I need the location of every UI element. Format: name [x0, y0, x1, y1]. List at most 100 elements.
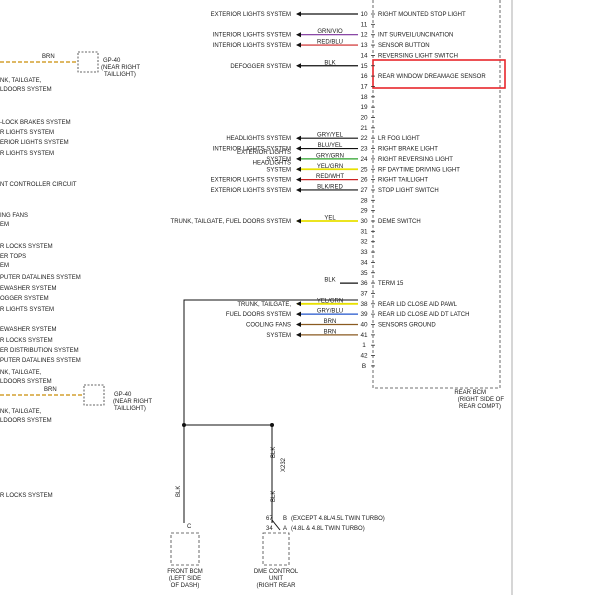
pin-number: 35 [360, 270, 368, 277]
connector-upper-id: GP-40 [103, 58, 121, 64]
pin-number: 10 [360, 11, 368, 18]
pin-row: 30 DEME SWITCH TRUNK, TAILGATE, FUEL DOORS… [171, 216, 421, 226]
left-label: PUTER DATALINES SYSTEM [0, 358, 81, 364]
rear-bcm-name: REAR BCM [454, 390, 486, 396]
pin-number: 15 [360, 63, 368, 70]
connector-upper-loc2: TAILLIGHT) [104, 72, 136, 78]
pin-number: 40 [360, 322, 368, 329]
pin-description: RIGHT REVERSING LIGHT [378, 157, 453, 163]
pin-row: 14 REVERSING LIGHT SWITCH [360, 52, 457, 59]
dme-note-a: (4.8L & 4.8L TWIN TURBO) [291, 526, 365, 532]
arrow-icon [296, 42, 301, 48]
connector-lower-id: GP-40 [114, 392, 132, 398]
arrow-icon [296, 63, 301, 69]
pin-number: 18 [360, 94, 368, 101]
pin-number: 11 [361, 21, 368, 28]
pin-number: 16 [360, 73, 368, 80]
pin-number: 34 [360, 259, 368, 266]
left-label: R LOCKS SYSTEM [0, 493, 53, 499]
left-label: NK, TAILGATE, [0, 78, 42, 84]
arrow-icon [296, 322, 301, 327]
pin-description: RIGHT BRAKE LIGHT [378, 147, 438, 153]
system-label: FUEL DOORS SYSTEM [226, 312, 291, 318]
pin-description: LR FOG LIGHT [378, 136, 420, 142]
dme-pin-34: 34 [266, 526, 273, 532]
left-label: EWASHER SYSTEM [0, 327, 56, 333]
arrow-icon [296, 156, 301, 162]
wire-code: BLU/YEL [318, 143, 343, 149]
pin-number: 41 [360, 332, 368, 339]
left-label: R LIGHTS SYSTEM [0, 151, 54, 157]
arrow-icon [296, 32, 301, 38]
bottom-circuit: BLK BLK X232 BLK C 67 B 34 A (EXCEPT 4.8… [167, 299, 385, 589]
dme-name: DME CONTROL [254, 569, 299, 575]
pin-number: 39 [360, 311, 368, 318]
system-label: SYSTEM [266, 167, 291, 173]
dme-wire-lower-label: BLK [271, 491, 277, 502]
system-label: EXTERIOR LIGHTS [237, 150, 291, 156]
pin-number: 27 [360, 187, 368, 194]
pin-number: 37 [360, 290, 368, 297]
pin-description: DEME SWITCH [378, 219, 421, 225]
connector-lower-loc2: TAILLIGHT) [114, 406, 146, 412]
connector-upper-box [77, 51, 99, 73]
front-bcm-box [170, 532, 200, 566]
pin-description: RF DAYTIME DRIVING LIGHT [378, 167, 460, 173]
left-label: LDOORS SYSTEM [0, 418, 52, 424]
wire-code: YEL/GRN [317, 164, 343, 170]
pin-row: 16 REAR WINDOW DREAMAGE SENSOR [360, 73, 486, 80]
left-label: ERIOR LIGHTS SYSTEM [0, 140, 69, 146]
wire-code: BRN [324, 319, 337, 325]
left-label: NT CONTROLLER CIRCUIT [0, 182, 77, 188]
wire-code: RED/WHT [316, 174, 344, 180]
connector-upper-loc1: (NEAR RIGHT [101, 65, 140, 71]
wire-code: GRY/GRN [316, 153, 344, 159]
pin-row: 26 RIGHT TAILLIGHT EXTERIOR LIGHTS SYSTEM R… [211, 174, 429, 184]
pin-number: 23 [360, 146, 368, 153]
front-pin-c: C [187, 524, 192, 530]
splice-label: X232 [281, 457, 287, 472]
pin-row: 41 SYSTEM BRN [266, 329, 375, 339]
pin-number: 14 [360, 52, 368, 59]
system-label: EXTERIOR LIGHTS SYSTEM [211, 178, 291, 184]
pin-row: 39 REAR LID CLOSE AID DT LATCH FUEL DOORS … [226, 309, 470, 319]
left-label: -LOCK BRAKES SYSTEM [0, 120, 71, 126]
pin-row: 13 SENSOR BUTTON INTERIOR LIGHTS SYSTEM RED… [213, 40, 430, 50]
pin-number: 31 [360, 228, 368, 235]
connector-upper-wire: BRN [42, 54, 55, 60]
splice-dot-2 [270, 423, 274, 427]
arrow-icon [296, 187, 301, 193]
wire-code: GRY/BLU [317, 309, 343, 315]
wire-code: GRY/YEL [317, 133, 344, 139]
pin-number: B [362, 363, 366, 370]
pin-description: REAR LID CLOSE AID DT LATCH [378, 312, 469, 318]
wire-code: BRN [324, 329, 337, 335]
pin-number: 33 [360, 249, 368, 256]
left-label: R LOCKS SYSTEM [0, 244, 53, 250]
system-label: TRUNK, TAILGATE, FUEL DOORS SYSTEM [171, 219, 291, 225]
arrow-icon [296, 301, 301, 307]
dme-a-wire [271, 519, 281, 531]
pin-number: 1 [362, 342, 366, 349]
left-label: R LOCKS SYSTEM [0, 338, 53, 344]
pin-description: RIGHT TAILLIGHT [378, 178, 428, 184]
left-label: OGGER SYSTEM [0, 296, 49, 302]
front-bcm-loc2: OF DASH) [171, 583, 200, 589]
left-label: EM [0, 222, 9, 228]
arrow-icon [296, 135, 301, 141]
pin-description: RIGHT MOUNTED STOP LIGHT [378, 12, 466, 18]
pin-description: REVERSING LIGHT SWITCH [378, 53, 458, 59]
system-label: EXTERIOR LIGHTS SYSTEM [211, 12, 291, 18]
pin-row: 40 SENSORS GROUND COOLING FANS BRN [246, 319, 436, 329]
pin-number: 26 [360, 177, 368, 184]
pin-number: 42 [360, 353, 368, 360]
dme-pin-a: A [283, 526, 287, 532]
system-label: INTERIOR LIGHTS SYSTEM [213, 33, 291, 39]
left-labels: NK, TAILGATE, LDOORS SYSTEM -LOCK BRAKES S… [0, 78, 81, 499]
arrow-icon [296, 166, 301, 172]
connector-upper: BRN GP-40 (NEAR RIGHT TAILLIGHT) [0, 51, 140, 78]
pin-number: 12 [360, 32, 368, 39]
arrow-icon [296, 311, 301, 317]
rear-bcm: REAR BCM (RIGHT SIDE OF REAR COMPT) [372, 0, 504, 410]
connector-lower: BRN GP-40 (NEAR RIGHT TAILLIGHT) [0, 384, 152, 412]
